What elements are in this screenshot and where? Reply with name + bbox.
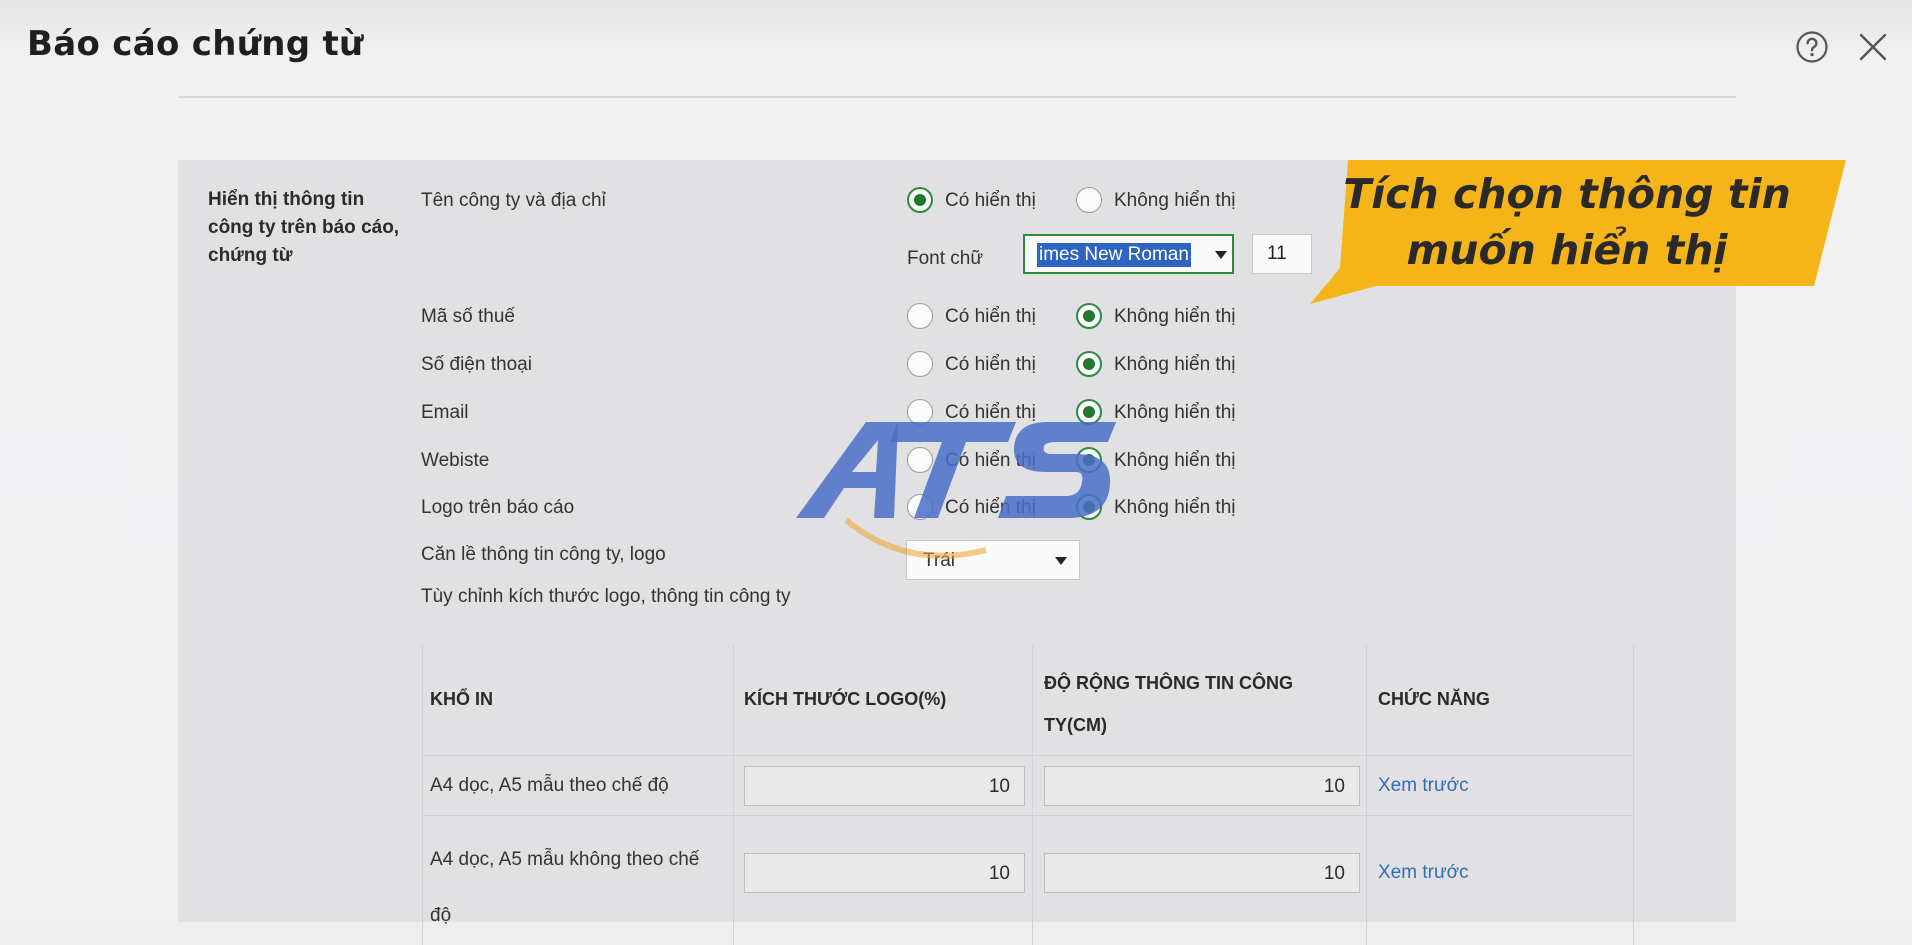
radio-show-phone[interactable] — [907, 351, 933, 377]
radio-label-hide: Không hiển thị — [1114, 402, 1236, 423]
row-label: Tên công ty và địa chỉ — [421, 190, 606, 211]
header-kho-in: KHỔ IN — [430, 689, 493, 709]
preview-link[interactable]: Xem trước — [1378, 862, 1469, 884]
section-label: Hiển thị thông tin công ty trên báo cáo,… — [208, 189, 400, 266]
row-label: Email — [421, 402, 469, 423]
radio-hide-tax-code[interactable] — [1076, 303, 1102, 329]
dialog-title: Báo cáo chứng từ — [27, 24, 364, 64]
table-border — [422, 815, 1634, 816]
row-label: Webiste — [421, 450, 490, 471]
table-border — [733, 645, 734, 945]
radio-label-hide: Không hiển thị — [1114, 497, 1236, 518]
radio-label-hide: Không hiển thị — [1114, 450, 1236, 471]
callout-line-2: muốn hiển thị — [1406, 226, 1728, 274]
cell-kho-in: A4 dọc, A5 mẫu không theo chế độ — [430, 849, 700, 926]
font-label: Font chữ — [907, 248, 984, 269]
header-logo-size: KÍCH THƯỚC LOGO(%) — [744, 689, 947, 709]
report-settings-dialog: Báo cáo chứng từ Hiển thị thông tin công… — [0, 0, 1912, 945]
table-border — [422, 645, 423, 945]
close-icon[interactable] — [1856, 30, 1890, 64]
info-width-input[interactable]: 10 — [1044, 766, 1360, 806]
radio-label-hide: Không hiển thị — [1114, 190, 1236, 211]
info-width-input[interactable]: 10 — [1044, 853, 1360, 893]
question-circle-icon[interactable] — [1795, 30, 1829, 64]
table-border — [422, 755, 1634, 756]
table-border — [1366, 645, 1367, 945]
font-family-select[interactable]: imes New Roman — [1023, 234, 1234, 274]
radio-label-show: Có hiển thị — [945, 354, 1036, 375]
callout-line-1: Tích chọn thông tin — [1343, 170, 1791, 218]
header-action: CHỨC NĂNG — [1378, 689, 1490, 709]
logo-size-input[interactable]: 10 — [744, 853, 1025, 893]
row-label: Số điện thoại — [421, 354, 532, 375]
header-info-width: ĐỘ RỘNG THÔNG TIN CÔNG TY(CM) — [1044, 673, 1293, 735]
cell-kho-in: A4 dọc, A5 mẫu theo chế độ — [430, 775, 669, 796]
chevron-down-icon — [1215, 251, 1227, 259]
radio-hide-company-name[interactable] — [1076, 187, 1102, 213]
radio-label-show: Có hiển thị — [945, 306, 1036, 327]
preview-link[interactable]: Xem trước — [1378, 775, 1469, 797]
radio-label-hide: Không hiển thị — [1114, 306, 1236, 327]
logo-size-input[interactable]: 10 — [744, 766, 1025, 806]
custom-size-label: Tùy chỉnh kích thước logo, thông tin côn… — [421, 586, 791, 607]
table-border — [1633, 645, 1634, 945]
callout-text: Tích chọn thông tin muốn hiển thị — [1312, 166, 1822, 278]
header-divider — [178, 96, 1736, 98]
row-label: Mã số thuế — [421, 306, 515, 327]
radio-hide-phone[interactable] — [1076, 351, 1102, 377]
ats-watermark-logo — [796, 422, 1116, 559]
radio-label-show: Có hiển thị — [945, 190, 1036, 211]
align-label: Căn lề thông tin công ty, logo — [421, 544, 666, 565]
radio-show-tax-code[interactable] — [907, 303, 933, 329]
row-label: Logo trên báo cáo — [421, 497, 575, 518]
radio-label-hide: Không hiển thị — [1114, 354, 1236, 375]
radio-show-company-name[interactable] — [907, 187, 933, 213]
font-family-value: imes New Roman — [1037, 243, 1191, 267]
table-border — [1032, 645, 1033, 945]
